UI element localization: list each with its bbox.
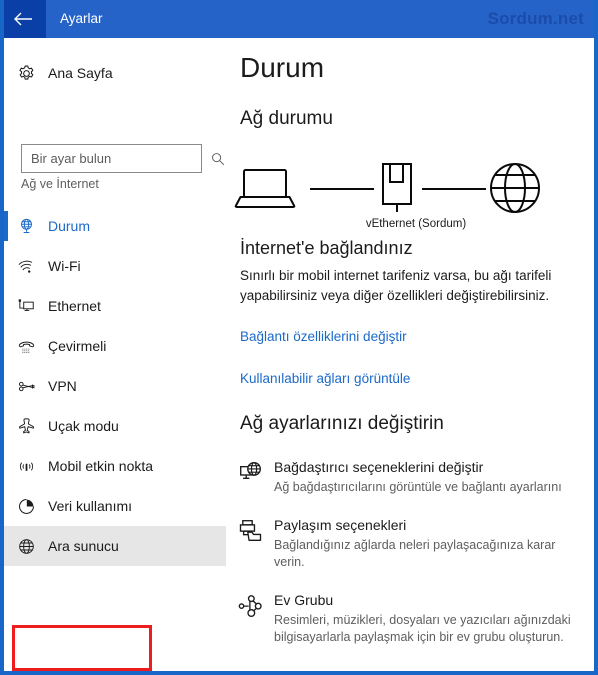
page-title: Durum [240, 52, 325, 83]
search-box[interactable] [21, 144, 225, 173]
airplane-icon [4, 417, 48, 436]
back-button[interactable] [4, 0, 46, 38]
sidebar-item-label: Uçak modu [48, 418, 119, 434]
globe-icon [490, 163, 540, 213]
option-description: Bağlandığınız ağlarda neleri paylaşacağı… [274, 538, 556, 569]
title-bar: Ayarlar Sordum.net [4, 0, 594, 38]
network-diagram: vEthernet (Sordum) [226, 150, 594, 234]
option-description: Ağ bağdaştırıcılarını görüntüle ve bağla… [274, 480, 562, 494]
sidebar-item-label: Mobil etkin nokta [48, 458, 154, 474]
sidebar-item-label: Durum [48, 218, 91, 234]
sidebar: Ana Sayfa Ağ ve İnternet [4, 38, 226, 671]
sidebar-item-label: Ethernet [48, 298, 101, 314]
sidebar-item-label: VPN [48, 378, 77, 394]
wifi-icon [4, 257, 48, 276]
sidebar-item-label: Ara sunucu [48, 538, 119, 554]
globe-icon [4, 537, 48, 556]
annotation-highlight-box [12, 625, 152, 671]
sidebar-item-vpn[interactable]: VPN [4, 366, 226, 406]
dialup-phone-icon [4, 337, 48, 356]
laptop-icon [234, 169, 296, 208]
adapter-options-icon [226, 458, 274, 496]
change-connection-properties-link[interactable]: Bağlantı özelliklerini değiştir [240, 329, 407, 344]
content-pane: Durum Ağ durumu vEthernet (Sordum) İnter… [226, 38, 594, 671]
sidebar-home-label: Ana Sayfa [48, 65, 113, 81]
ethernet-icon [4, 297, 48, 316]
option-homegroup[interactable]: Ev Grubu Resimleri, müzikleri, dosyaları… [226, 591, 594, 666]
sidebar-item-home[interactable]: Ana Sayfa [4, 56, 226, 90]
change-network-settings-heading: Ağ ayarlarınızı değiştirin [240, 413, 444, 434]
sidebar-item-label: Wi-Fi [48, 258, 81, 274]
connection-status-title: İnternet'e bağlandınız [240, 238, 413, 258]
network-globe-icon [4, 217, 48, 236]
hotspot-icon [4, 457, 48, 476]
vpn-key-icon [4, 377, 48, 396]
sidebar-item-data-usage[interactable]: Veri kullanımı [4, 486, 226, 526]
sidebar-item-dialup[interactable]: Çevirmeli [4, 326, 226, 366]
option-description: Resimleri, müzikleri, dosyaları ve yazıc… [274, 613, 571, 644]
sidebar-item-ethernet[interactable]: Ethernet [4, 286, 226, 326]
option-title: Ev Grubu [274, 592, 334, 608]
search-icon [211, 152, 225, 166]
sharing-options-icon [226, 516, 274, 571]
settings-window: Ayarlar Sordum.net Ana Sayfa Ağ ve İnt [0, 0, 598, 675]
sidebar-item-airplane-mode[interactable]: Uçak modu [4, 406, 226, 446]
sidebar-item-label: Çevirmeli [48, 338, 107, 354]
option-title: Bağdaştırıcı seçeneklerini değiştir [274, 459, 484, 475]
pie-chart-icon [4, 497, 48, 516]
site-watermark: Sordum.net [487, 9, 584, 28]
sidebar-nav-list: Durum Wi-Fi Ethernet Çevirmeli VPN Uçak … [4, 206, 226, 566]
homegroup-icon [226, 591, 274, 646]
gear-icon [4, 64, 48, 83]
window-title: Ayarlar [60, 11, 103, 26]
sidebar-item-mobile-hotspot[interactable]: Mobil etkin nokta [4, 446, 226, 486]
network-settings-options: Bağdaştırıcı seçeneklerini değiştir Ağ b… [226, 458, 594, 666]
option-sharing-options[interactable]: Paylaşım seçenekleri Bağlandığınız ağlar… [226, 516, 594, 591]
sidebar-item-label: Veri kullanımı [48, 498, 133, 514]
sidebar-item-durum[interactable]: Durum [4, 206, 226, 246]
sidebar-item-wifi[interactable]: Wi-Fi [4, 246, 226, 286]
connection-status-description: Sınırlı bir mobil internet tarifeniz var… [240, 268, 552, 303]
sidebar-item-proxy[interactable]: Ara sunucu [4, 526, 226, 566]
sidebar-section-header: Ağ ve İnternet [21, 177, 99, 191]
adapter-label: vEthernet (Sordum) [365, 218, 467, 230]
option-title: Paylaşım seçenekleri [274, 517, 407, 533]
network-status-heading: Ağ durumu [240, 108, 333, 129]
show-available-networks-link[interactable]: Kullanılabilir ağları görüntüle [240, 371, 410, 386]
option-change-adapter-options[interactable]: Bağdaştırıcı seçeneklerini değiştir Ağ b… [226, 458, 594, 516]
back-arrow-icon [13, 11, 33, 27]
network-adapter-icon [382, 163, 412, 212]
search-input[interactable] [22, 151, 211, 166]
